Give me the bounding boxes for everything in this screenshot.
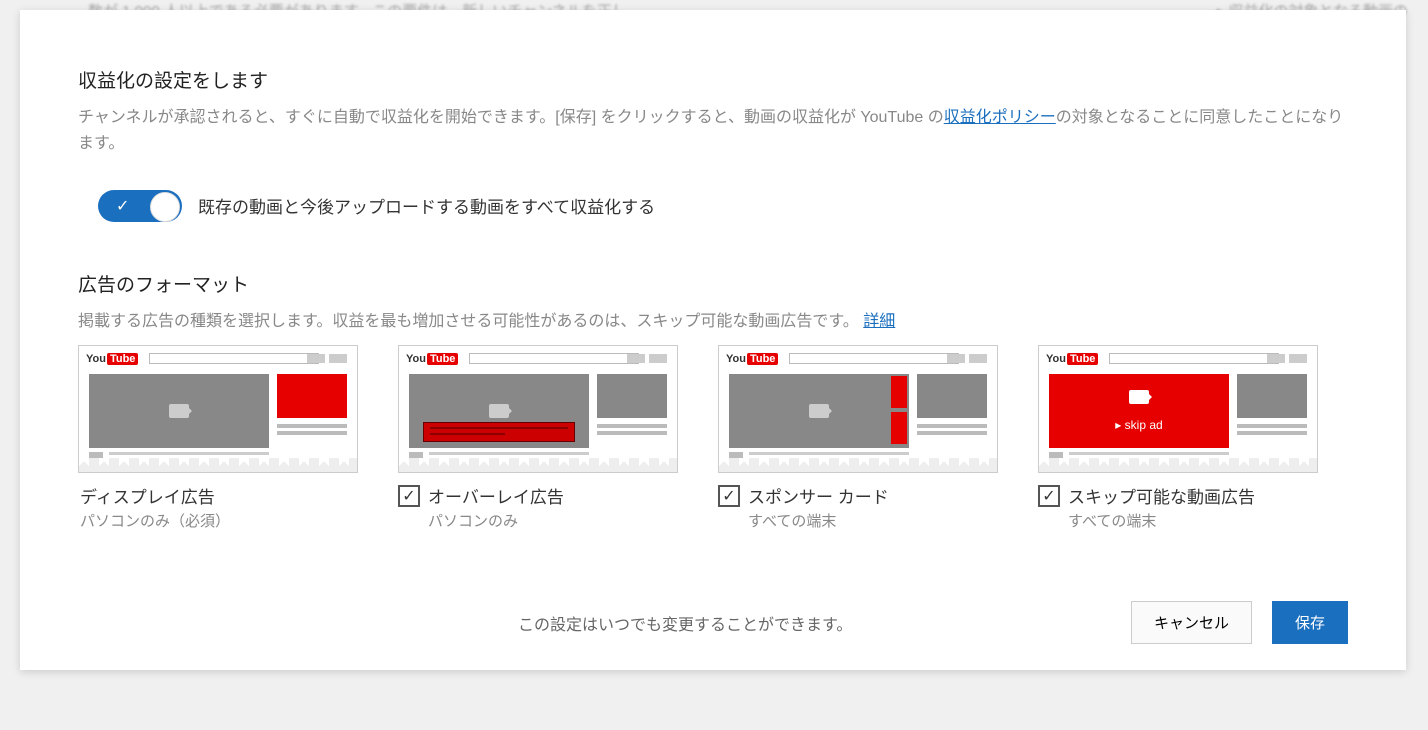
video-mock [409,374,589,448]
monetization-settings-dialog: 収益化の設定をします チャンネルが承認されると、すぐに自動で収益化を開始できます… [20,10,1406,670]
save-button[interactable]: 保存 [1272,601,1348,644]
side-lines [597,424,667,438]
format-sub: パソコンのみ [428,510,564,531]
format-title: ディスプレイ広告 [80,483,358,508]
section-description: チャンネルが承認されると、すぐに自動で収益化を開始できます。[保存] をクリック… [78,105,1348,158]
ad-format-skippable: YouTube ▸ skip ad ✓ スキップ可能な動画広告 すべての端末 [1038,345,1318,531]
format-title: オーバーレイ広告 [428,483,564,508]
ad-format-sponsor-card: YouTube ✓ スポンサー カード すべての端末 [718,345,998,531]
under-mock [729,452,743,462]
side-mock [917,374,987,418]
desc-text: チャンネルが承認されると、すぐに自動で収益化を開始できます。[保存] をクリック… [78,109,944,126]
ad-highlight [891,412,907,444]
format-sub: すべての端末 [748,510,889,531]
skippable-ad-checkbox[interactable]: ✓ [1038,485,1060,507]
video-mock [89,374,269,448]
monetization-policy-link[interactable]: 収益化ポリシー [944,109,1056,126]
skip-ad-label: ▸ skip ad [1049,418,1229,432]
youtube-logo: YouTube [406,353,458,365]
under-mock [429,452,589,464]
ad-thumb-overlay: YouTube [398,345,678,473]
under-mock [409,452,423,462]
desc-text: 掲載する広告の種類を選択します。収益を最も増加させる可能性があるのは、スキップ可… [78,313,859,330]
search-bar-mock [1109,353,1279,364]
video-mock [729,374,909,448]
camera-icon [489,404,509,418]
ad-thumb-display: YouTube [78,345,358,473]
ad-highlight [423,422,575,442]
cancel-button[interactable]: キャンセル [1131,601,1252,644]
youtube-logo: YouTube [1046,353,1098,365]
under-mock [109,452,269,464]
overlay-ad-checkbox[interactable]: ✓ [398,485,420,507]
camera-icon [809,404,829,418]
top-bits [1267,354,1307,363]
under-mock [89,452,103,462]
ad-format-overlay: YouTube ✓ オーバーレイ広告 パソコンのみ [398,345,678,531]
side-mock [1237,374,1307,418]
youtube-logo: YouTube [86,353,138,365]
side-lines [277,424,347,438]
side-mock [597,374,667,418]
search-bar-mock [469,353,639,364]
under-mock [749,452,909,464]
format-title: スキップ可能な動画広告 [1068,483,1255,508]
format-sub: パソコンのみ（必須） [80,510,358,531]
section-title: 収益化の設定をします [78,66,1348,93]
camera-icon [169,404,189,418]
toggle-label: 既存の動画と今後アップロードする動画をすべて収益化する [198,193,655,218]
format-sub: すべての端末 [1068,510,1255,531]
youtube-logo: YouTube [726,353,778,365]
search-bar-mock [149,353,319,364]
search-bar-mock [789,353,959,364]
details-link[interactable]: 詳細 [863,313,895,330]
section-description: 掲載する広告の種類を選択します。収益を最も増加させる可能性があるのは、スキップ可… [78,309,1348,335]
section-title: 広告のフォーマット [78,270,1348,297]
side-lines [917,424,987,438]
footer-message: この設定はいつでも変更することができます。 [78,611,852,635]
format-title: スポンサー カード [748,483,889,508]
camera-icon [1129,390,1149,404]
ad-thumb-skippable: YouTube ▸ skip ad [1038,345,1318,473]
top-bits [627,354,667,363]
ad-format-display: YouTube ディスプレイ広告 パソコンのみ（必須） [78,345,358,531]
under-mock [1049,452,1063,462]
top-bits [947,354,987,363]
ad-highlight [891,376,907,408]
ad-thumb-sponsor: YouTube [718,345,998,473]
sponsor-card-checkbox[interactable]: ✓ [718,485,740,507]
top-bits [307,354,347,363]
under-mock [1069,452,1229,464]
side-lines [1237,424,1307,438]
ad-highlight: ▸ skip ad [1049,374,1229,448]
monetize-all-toggle[interactable]: ✓ [98,190,182,222]
ad-highlight [277,374,347,418]
check-icon: ✓ [116,196,129,216]
